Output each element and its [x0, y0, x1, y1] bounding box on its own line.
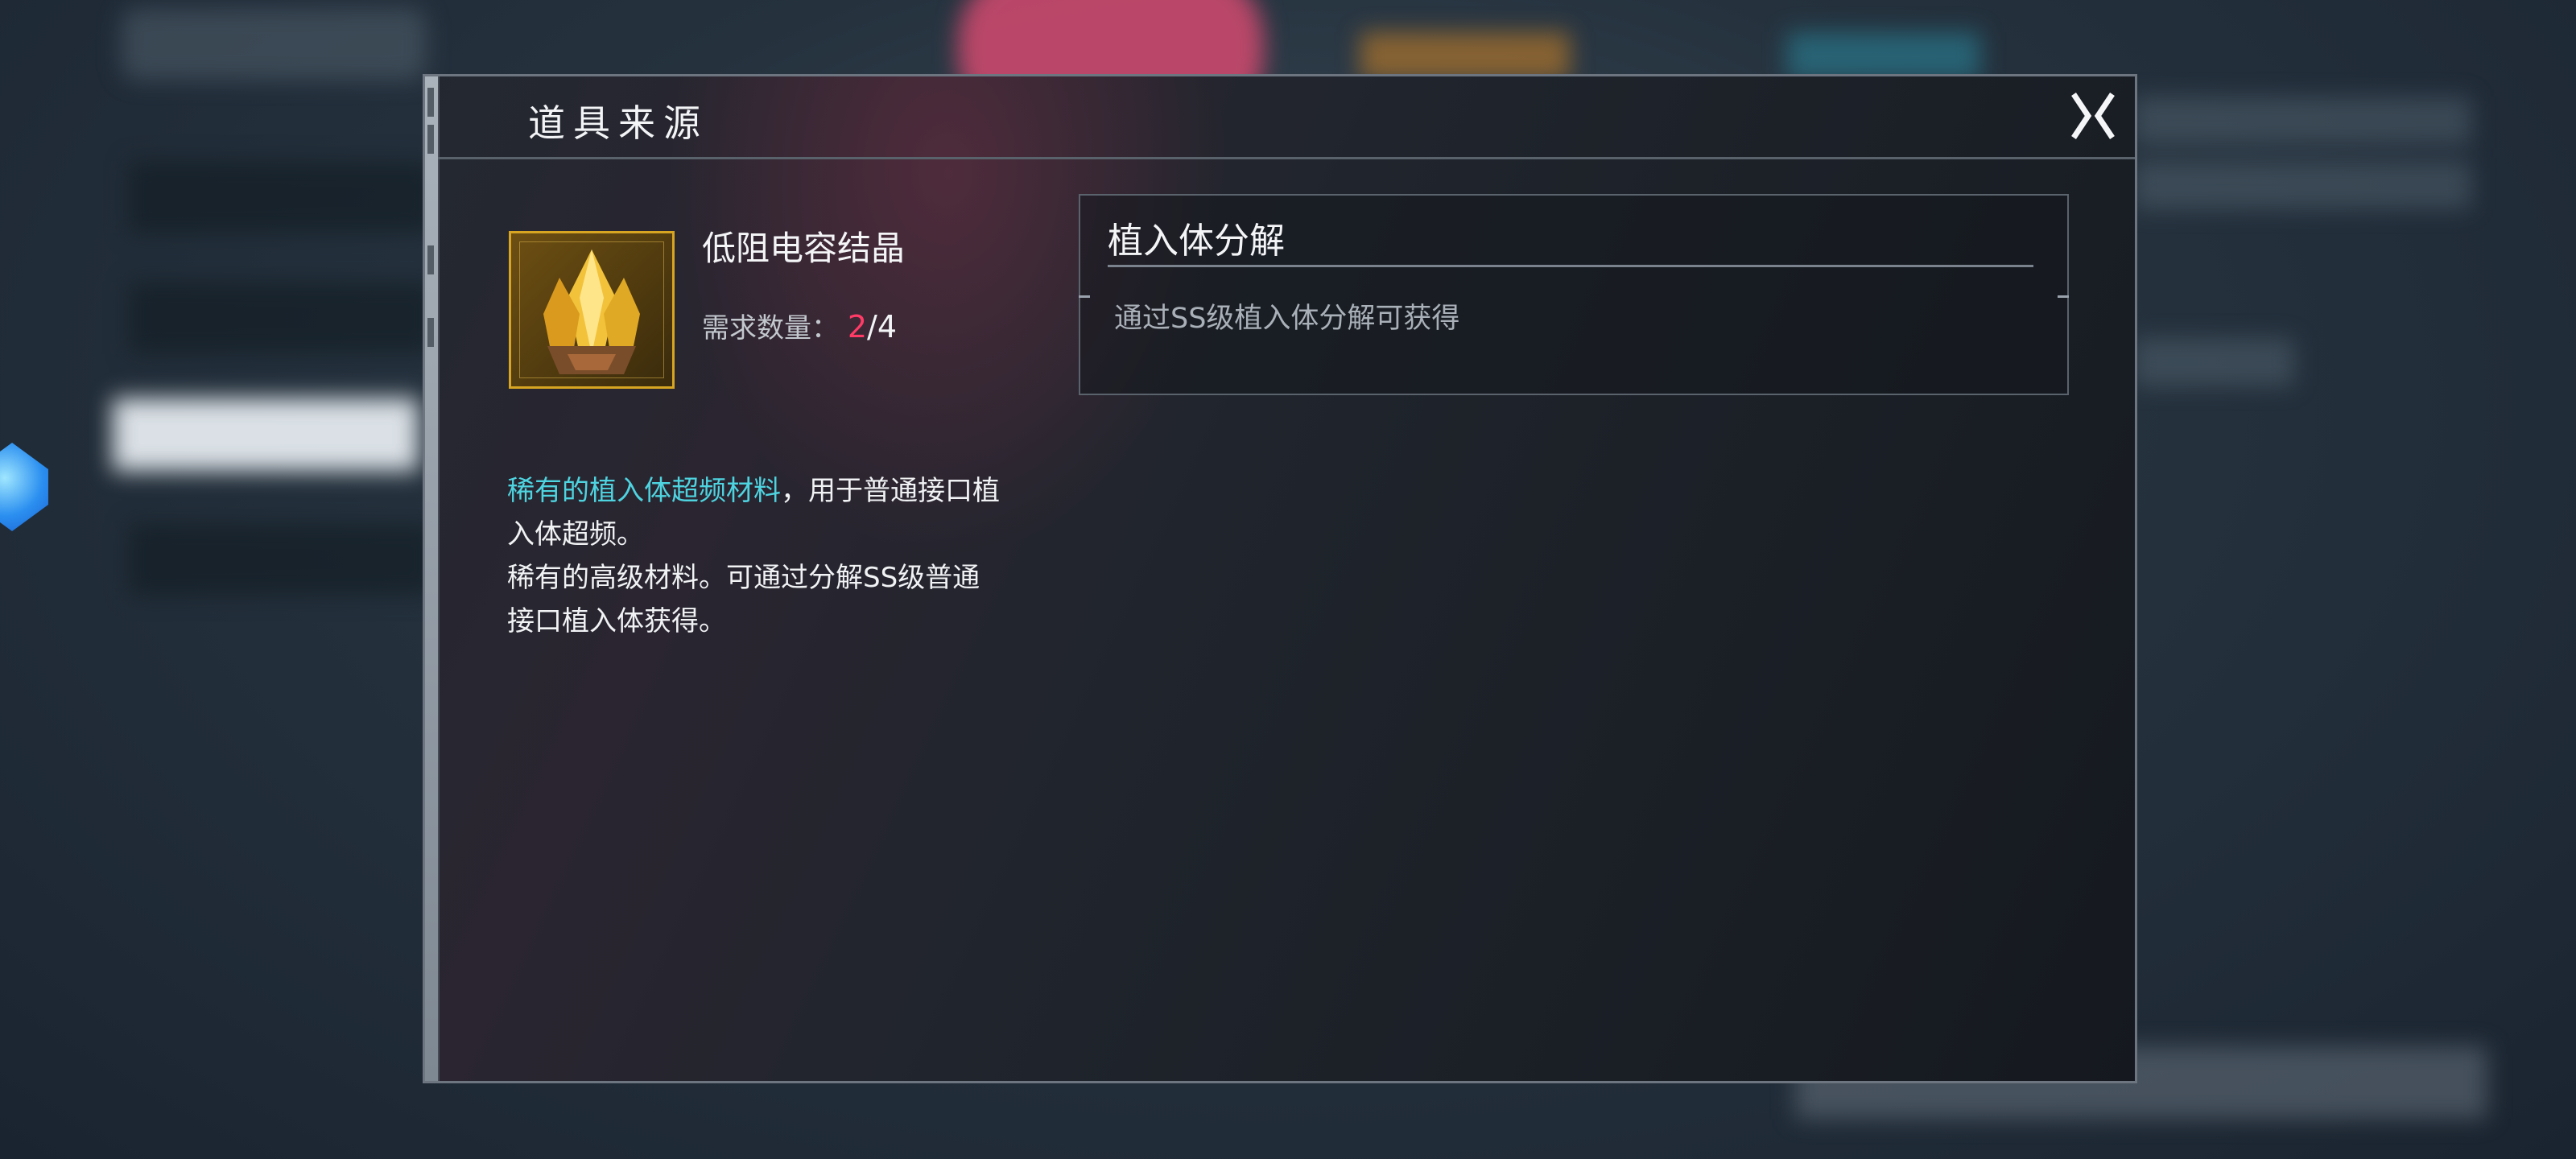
background-right-text [2133, 97, 2471, 145]
required-separator: / [867, 309, 877, 344]
rail-notch [427, 245, 434, 274]
close-x-icon [2071, 93, 2115, 139]
source-card-implant-disassembly[interactable]: 植入体分解 通过SS级植入体分解可获得 [1079, 194, 2069, 395]
description-line2: 稀有的高级材料。可通过分解SS级普通接口植入体获得。 [507, 562, 980, 637]
required-total: 4 [877, 309, 897, 344]
background-right-text [2133, 161, 2471, 209]
background-side-item [129, 523, 435, 596]
source-title: 植入体分解 [1108, 221, 1285, 262]
item-icon-frame [509, 231, 675, 389]
required-quantity-label: 需求数量： [702, 312, 839, 344]
description-highlight: 稀有的植入体超频材料 [507, 475, 781, 507]
background-right-text [2133, 338, 2294, 386]
item-source-dialog: 道具来源 低阻电容结晶 需求数量： 2/4 稀有的植入体超频材料，用于普通接口植… [423, 74, 2137, 1083]
dialog-header: 道具来源 [438, 76, 2135, 159]
item-name: 低阻电容结晶 [702, 229, 906, 268]
source-divider [1108, 265, 2033, 267]
dialog-title: 道具来源 [528, 101, 708, 145]
rail-notch [427, 125, 434, 154]
required-current: 2 [847, 309, 867, 344]
close-button[interactable] [2069, 91, 2117, 141]
rail-notch [427, 88, 434, 117]
background-cyan-bar [1787, 32, 1980, 80]
card-corner-mark [2058, 295, 2069, 298]
card-corner-mark [1079, 295, 1090, 298]
background-side-item-selected [113, 398, 419, 471]
source-description: 通过SS级植入体分解可获得 [1114, 303, 1460, 335]
background-orange-bar [1360, 32, 1570, 80]
required-quantity: 需求数量： 2/4 [702, 306, 897, 345]
background-top-bar [121, 8, 427, 80]
rail-notch [427, 318, 434, 347]
background-side-item [129, 161, 435, 233]
background-side-item [129, 282, 435, 354]
item-description: 稀有的植入体超频材料，用于普通接口植入体超频。 稀有的高级材料。可通过分解SS级普… [507, 469, 1006, 643]
dialog-left-rail [425, 76, 440, 1081]
gold-crystal-icon [543, 250, 640, 374]
